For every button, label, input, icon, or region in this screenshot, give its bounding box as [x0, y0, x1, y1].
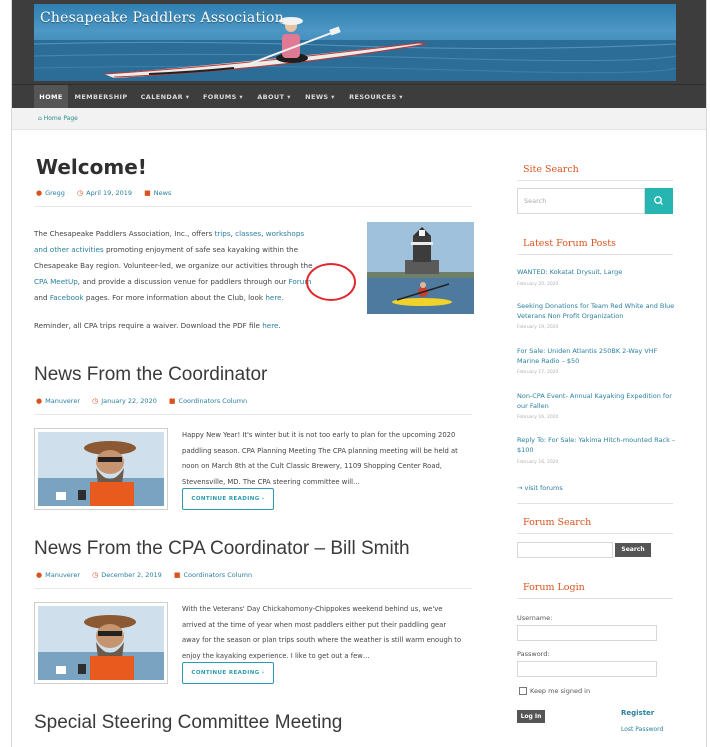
- post-excerpt: Happy New Year! It's winter but it is no…: [182, 431, 458, 486]
- search-placeholder: Search: [524, 197, 547, 205]
- user-icon: ●: [36, 571, 43, 579]
- divider: [34, 414, 472, 415]
- divider: [517, 533, 673, 534]
- post-category[interactable]: Coordinators Column: [183, 571, 252, 579]
- divider: [517, 180, 673, 181]
- password-label: Password:: [517, 650, 550, 658]
- other-activities-link[interactable]: and other activities: [34, 245, 104, 254]
- page-title: Welcome!: [36, 155, 147, 179]
- here-link[interactable]: here: [265, 293, 281, 302]
- page-frame: Chesapeake Paddlers Association HOME MEM…: [11, 0, 707, 747]
- divider: [517, 503, 673, 504]
- post-meta: ● Gregg ◷ April 19, 2019 ■ News: [36, 187, 171, 199]
- clock-icon: ◷: [92, 397, 99, 405]
- post-date[interactable]: December 2, 2019: [101, 571, 162, 579]
- trips-link[interactable]: trips: [214, 229, 230, 238]
- site-search-input[interactable]: Search: [517, 188, 645, 214]
- post-thumbnail[interactable]: [34, 428, 168, 510]
- folder-icon: ■: [173, 571, 181, 579]
- breadcrumb-label: Home Page: [43, 115, 78, 122]
- divider: [517, 598, 673, 599]
- forum-post-date: February 19, 2020: [517, 325, 559, 330]
- forum-post-date: February 20, 2020: [517, 282, 559, 287]
- nav-membership[interactable]: MEMBERSHIP: [72, 85, 130, 109]
- post-category[interactable]: Coordinators Column: [179, 397, 248, 405]
- post-thumbnail[interactable]: [34, 602, 168, 684]
- post-date[interactable]: January 22, 2020: [101, 397, 157, 405]
- cpa-meetup-link[interactable]: CPA MeetUp: [34, 277, 78, 286]
- post-meta: ● Manuverer ◷ January 22, 2020 ■ Coordinato…: [36, 395, 247, 407]
- waiver-reminder: Reminder, all CPA trips require a waiver…: [34, 321, 281, 330]
- nav-about[interactable]: ABOUT ▾: [252, 85, 296, 109]
- user-icon: ●: [36, 189, 43, 197]
- forum-post-date: February 16, 2020: [517, 415, 559, 420]
- nav-home[interactable]: HOME: [34, 85, 68, 109]
- workshops-link[interactable]: workshops: [266, 229, 304, 238]
- nav-calendar[interactable]: CALENDAR ▾: [136, 85, 194, 109]
- keep-signed-in-label: Keep me signed in: [530, 687, 591, 695]
- continue-reading-button[interactable]: CONTINUE READING ›: [182, 488, 274, 510]
- annotation-circle: [306, 263, 356, 301]
- site-search-button[interactable]: [645, 188, 673, 214]
- forum-post-link[interactable]: For Sale: Uniden Atlantis 250BK 2-Way VH…: [517, 346, 677, 366]
- post-category[interactable]: News: [154, 189, 172, 197]
- nav-news[interactable]: NEWS ▾: [300, 85, 340, 109]
- forum-search-input[interactable]: [517, 542, 613, 558]
- breadcrumb: ⌂ Home Page: [12, 108, 706, 130]
- latest-forum-posts-heading: Latest Forum Posts: [523, 238, 616, 249]
- divider: [34, 588, 472, 589]
- waiver-pdf-link[interactable]: here: [262, 321, 278, 330]
- site-header: Chesapeake Paddlers Association: [12, 0, 706, 84]
- password-field[interactable]: [517, 661, 657, 677]
- forum-search-button[interactable]: Search: [615, 543, 651, 557]
- divider: [34, 206, 472, 207]
- forum-post-date: February 17, 2020: [517, 370, 559, 375]
- visit-forums-link[interactable]: → visit forums: [517, 483, 677, 493]
- main-nav: HOME MEMBERSHIP CALENDAR ▾ FORUMS ▾ ABOU…: [12, 84, 706, 109]
- keep-signed-in-checkbox[interactable]: [519, 687, 527, 695]
- lighthouse-image[interactable]: [367, 222, 474, 314]
- forum-post-date: February 16, 2020: [517, 460, 559, 465]
- post-title[interactable]: Special Steering Committee Meeting: [34, 712, 342, 734]
- lost-password-link[interactable]: Lost Password: [621, 726, 663, 733]
- folder-icon: ■: [144, 189, 151, 197]
- classes-link[interactable]: classes: [235, 229, 261, 238]
- login-button[interactable]: Log In: [517, 710, 545, 723]
- username-field[interactable]: [517, 625, 657, 641]
- continue-reading-button[interactable]: CONTINUE READING ›: [182, 662, 274, 684]
- folder-icon: ■: [168, 397, 176, 405]
- post-author[interactable]: Manuverer: [45, 571, 80, 579]
- forum-post-link[interactable]: WANTED: Kokatat Drysuit, Large: [517, 267, 677, 277]
- forum-post-link[interactable]: Reply To: For Sale: Yakima Hitch-mounted…: [517, 435, 677, 455]
- post-excerpt: With the Veterans' Day Chickahomony-Chip…: [182, 605, 462, 660]
- nav-resources[interactable]: RESOURCES ▾: [344, 85, 408, 109]
- post-title[interactable]: News From the Coordinator: [34, 364, 267, 386]
- post-title[interactable]: News From the CPA Coordinator – Bill Smi…: [34, 538, 410, 560]
- forum-login-heading: Forum Login: [523, 582, 585, 593]
- post-meta: ● Manuverer ◷ December 2, 2019 ■ Coordinato…: [36, 569, 252, 581]
- username-label: Username:: [517, 614, 553, 622]
- search-icon: [654, 196, 663, 205]
- user-icon: ●: [36, 397, 43, 405]
- post-date[interactable]: April 19, 2019: [86, 189, 132, 197]
- clock-icon: ◷: [77, 189, 84, 197]
- forum-post-link[interactable]: Non-CPA Event- Annual Kayaking Expeditio…: [517, 391, 677, 411]
- breadcrumb-home[interactable]: ⌂ Home Page: [38, 115, 78, 122]
- nav-forums[interactable]: FORUMS ▾: [198, 85, 248, 109]
- divider: [517, 254, 673, 255]
- site-title[interactable]: Chesapeake Paddlers Association: [40, 10, 284, 26]
- forum-search-heading: Forum Search: [523, 517, 592, 528]
- clock-icon: ◷: [92, 571, 99, 579]
- post-author[interactable]: Gregg: [45, 189, 65, 197]
- register-link[interactable]: Register: [621, 709, 654, 717]
- forum-post-link[interactable]: Seeking Donations for Team Red White and…: [517, 301, 677, 321]
- post-author[interactable]: Manuverer: [45, 397, 80, 405]
- facebook-link[interactable]: Facebook: [50, 293, 84, 302]
- site-search-heading: Site Search: [523, 164, 579, 175]
